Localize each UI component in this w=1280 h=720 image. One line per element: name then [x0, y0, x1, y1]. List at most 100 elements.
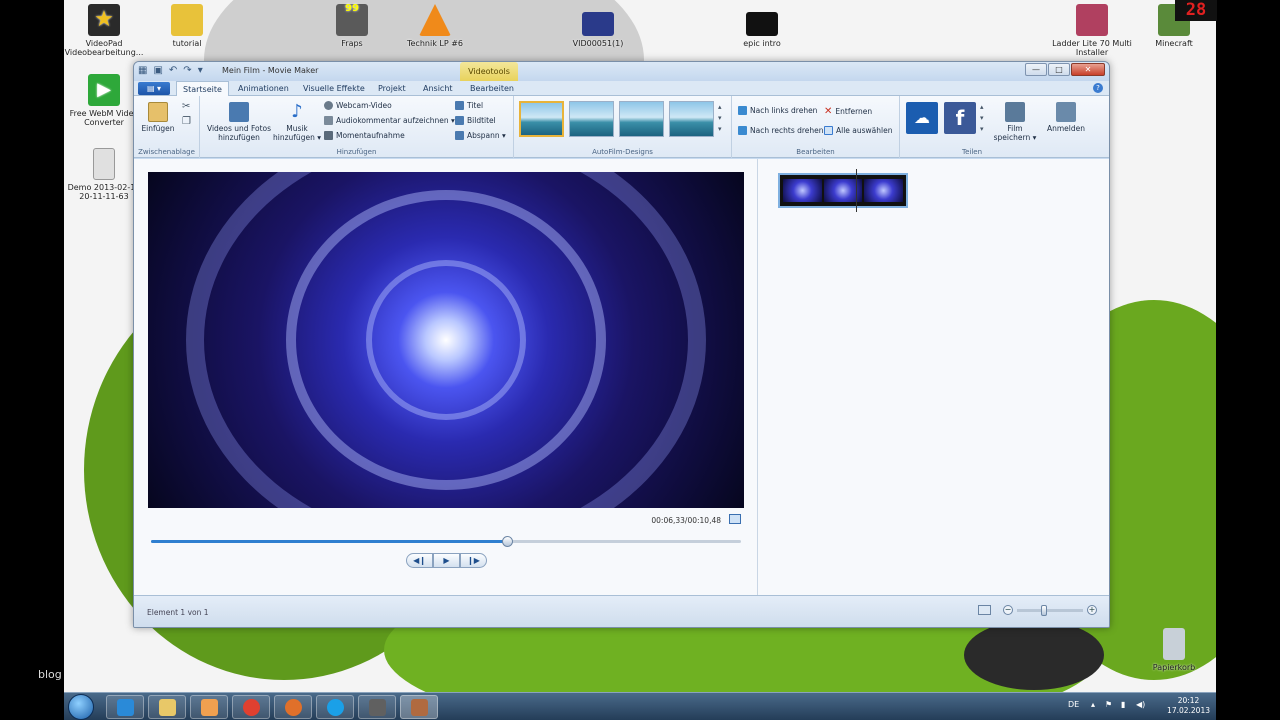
- clock[interactable]: 20:12 17.02.2013: [1167, 696, 1210, 716]
- start-button[interactable]: [68, 694, 94, 720]
- desktop-icon-videopad[interactable]: ★ VideoPad Videobearbeitung...: [64, 4, 144, 57]
- aspect-ratio-icon[interactable]: [978, 605, 991, 615]
- minimize-button[interactable]: —: [1025, 63, 1047, 76]
- desktop-icon-recycle-bin[interactable]: Papierkorb: [1134, 628, 1214, 672]
- desktop-icon-technik-lp[interactable]: Technik LP #6: [395, 4, 475, 48]
- desktop-icon-demo-avi[interactable]: Demo 2013-02-17 20-11-11-63: [64, 148, 144, 201]
- seek-bar[interactable]: [151, 536, 741, 547]
- cut-icon[interactable]: ✂: [182, 101, 190, 112]
- desktop-icon-epic-intro[interactable]: epic intro: [722, 12, 802, 48]
- facebook-icon[interactable]: f: [944, 102, 976, 134]
- rotate-left-button[interactable]: Nach links drehen: [738, 106, 817, 115]
- play-icon: ▶: [88, 74, 120, 106]
- caption-icon: [455, 116, 464, 125]
- zoom-in-button[interactable]: +: [1087, 605, 1097, 615]
- video-file-icon: [582, 12, 614, 36]
- taskbar-app-media[interactable]: [190, 695, 228, 719]
- taskbar-app-skype[interactable]: [316, 695, 354, 719]
- webcam-icon: [324, 101, 333, 110]
- tab-startseite[interactable]: Startseite: [176, 81, 229, 96]
- next-frame-button[interactable]: ❙▶: [460, 553, 487, 568]
- select-all-button[interactable]: Alle auswählen: [824, 126, 893, 135]
- desktop-icon-fraps[interactable]: 99 Fraps: [312, 4, 392, 48]
- tab-visuelle-effekte[interactable]: Visuelle Effekte: [297, 81, 371, 96]
- app-menu-button[interactable]: ▤ ▾: [138, 82, 170, 95]
- zoom-slider[interactable]: [1017, 604, 1083, 616]
- avi-file-icon: [93, 148, 115, 180]
- zoom-out-button[interactable]: −: [1003, 605, 1013, 615]
- sign-in-button[interactable]: Anmelden: [1044, 102, 1088, 133]
- remove-label: Entfernen: [835, 107, 873, 116]
- help-icon[interactable]: ?: [1093, 83, 1103, 93]
- desktop-icon-tutorial[interactable]: tutorial: [147, 4, 227, 48]
- theme-thumbnail[interactable]: [669, 101, 714, 137]
- add-videos-photos-button[interactable]: Videos und Fotos hinzufügen: [206, 102, 272, 142]
- add-music-button[interactable]: ♪ Musik hinzufügen ▾: [272, 102, 322, 143]
- redo-icon[interactable]: ↷: [183, 65, 191, 76]
- undo-icon[interactable]: ↶: [169, 65, 177, 76]
- taskbar-app-moviemaker[interactable]: [400, 695, 438, 719]
- desktop-icon-installer[interactable]: Ladder Lite 70 Multi Installer: [1052, 4, 1132, 57]
- credits-button[interactable]: Abspann ▾: [455, 131, 506, 140]
- tab-animationen[interactable]: Animationen: [232, 81, 295, 96]
- desktop-icon-label: Fraps: [341, 39, 363, 48]
- desktop-icon-vid00051[interactable]: VID00051(1): [558, 12, 638, 48]
- show-hidden-icons[interactable]: ▴: [1091, 700, 1095, 709]
- theme-thumbnail[interactable]: [619, 101, 664, 137]
- taskbar-app-chrome[interactable]: [232, 695, 270, 719]
- tab-bearbeiten[interactable]: Bearbeiten: [464, 81, 520, 96]
- group-label-editing: Bearbeiten: [796, 148, 835, 156]
- select-all-label: Alle auswählen: [836, 126, 893, 135]
- webcam-video-button[interactable]: Webcam-Video: [324, 101, 392, 110]
- remove-button[interactable]: ✕ Entfernen: [824, 106, 872, 117]
- clock-date: 17.02.2013: [1167, 706, 1210, 715]
- share-gallery-scroll-icon[interactable]: ▴ ▾ ▾: [980, 102, 984, 135]
- taskbar-app-fraps[interactable]: [358, 695, 396, 719]
- video-preview[interactable]: [148, 172, 744, 508]
- video-clip[interactable]: [778, 173, 908, 208]
- language-indicator[interactable]: DE: [1068, 700, 1079, 709]
- fps-counter: 28: [1175, 0, 1217, 21]
- desktop-icon-label: VID00051(1): [572, 39, 624, 48]
- volume-icon[interactable]: ◀): [1136, 700, 1145, 709]
- snapshot-button[interactable]: Momentaufnahme: [324, 131, 405, 140]
- save-icon[interactable]: ▣: [153, 65, 162, 76]
- fullscreen-icon[interactable]: [729, 514, 741, 524]
- play-button[interactable]: ▶: [433, 553, 460, 568]
- zoom-slider-thumb[interactable]: [1041, 604, 1047, 616]
- caption-button[interactable]: Bildtitel: [455, 116, 496, 125]
- movie-maker-window: ▦ ▣ ↶ ↷ ▾ Mein Film - Movie Maker Videot…: [133, 61, 1110, 628]
- paste-button[interactable]: Einfügen: [140, 102, 176, 133]
- theme-thumbnail[interactable]: [519, 101, 564, 137]
- rotate-right-button[interactable]: Nach rechts drehen: [738, 126, 824, 135]
- tab-projekt[interactable]: Projekt: [372, 81, 412, 96]
- action-center-flag-icon[interactable]: ⚑: [1105, 700, 1112, 709]
- storyboard-pane: [758, 159, 1109, 595]
- maximize-button[interactable]: □: [1048, 63, 1070, 76]
- taskbar-app-explorer[interactable]: [148, 695, 186, 719]
- theme-thumbnail[interactable]: [569, 101, 614, 137]
- tab-ansicht[interactable]: Ansicht: [417, 81, 459, 96]
- qat-dropdown-icon[interactable]: ▾: [198, 65, 203, 76]
- title-label: Titel: [467, 101, 484, 110]
- title-bar[interactable]: ▦ ▣ ↶ ↷ ▾ Mein Film - Movie Maker Videot…: [134, 62, 1109, 81]
- taskbar-app-ie[interactable]: [106, 695, 144, 719]
- playhead[interactable]: [856, 169, 857, 212]
- record-narration-button[interactable]: Audiokommentar aufzeichnen ▾: [324, 116, 455, 125]
- seek-thumb[interactable]: [502, 536, 514, 547]
- folder-icon: [171, 4, 203, 36]
- save-movie-button[interactable]: Film speichern ▾: [992, 102, 1038, 142]
- network-icon[interactable]: ▮: [1121, 700, 1125, 709]
- gallery-scroll-icon[interactable]: ▴ ▾ ▾: [718, 102, 722, 135]
- desktop-icon-label: epic intro: [743, 39, 781, 48]
- desktop-icon-webm-converter[interactable]: ▶ Free WebM Video Converter: [64, 74, 144, 127]
- previous-frame-button[interactable]: ◀❙: [406, 553, 433, 568]
- close-button[interactable]: ✕: [1071, 63, 1105, 76]
- title-button[interactable]: Titel: [455, 101, 483, 110]
- skydrive-icon[interactable]: ☁: [906, 102, 938, 134]
- taskbar-app-firefox[interactable]: [274, 695, 312, 719]
- rotate-right-icon: [738, 126, 747, 135]
- clock-time: 20:12: [1177, 696, 1200, 705]
- save-movie-icon: [1005, 102, 1025, 122]
- copy-icon[interactable]: ❐: [182, 116, 191, 127]
